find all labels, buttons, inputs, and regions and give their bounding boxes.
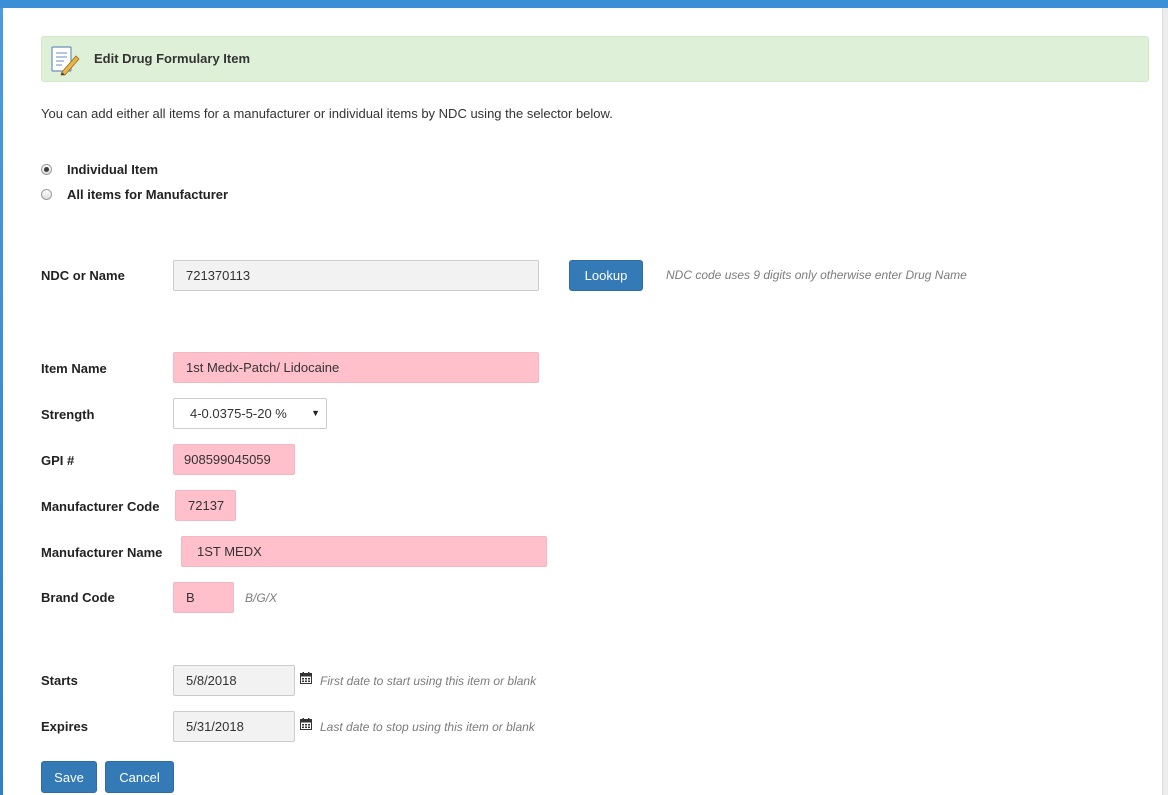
manufacturer-code-label: Manufacturer Code: [41, 499, 160, 514]
intro-text: You can add either all items for a manuf…: [41, 106, 613, 121]
item-name-label: Item Name: [41, 361, 107, 376]
starts-label: Starts: [41, 673, 78, 688]
window-top-bar: [0, 0, 1168, 8]
calendar-icon[interactable]: [300, 672, 312, 684]
radio-button-unchecked[interactable]: [41, 189, 52, 200]
save-button[interactable]: Save: [41, 761, 97, 793]
edit-document-icon: [51, 46, 80, 76]
left-edge-bar: [0, 8, 3, 795]
expires-label: Expires: [41, 719, 88, 734]
brand-code-input[interactable]: B: [173, 582, 234, 613]
gpi-label: GPI #: [41, 453, 75, 468]
cancel-button[interactable]: Cancel: [105, 761, 174, 793]
radio-all-items-manufacturer[interactable]: All items for Manufacturer: [41, 187, 228, 202]
radio-label: Individual Item: [67, 162, 159, 177]
ndc-hint: NDC code uses 9 digits only otherwise en…: [666, 268, 967, 282]
ndc-input[interactable]: 721370113: [173, 260, 539, 291]
strength-select[interactable]: 4-0.0375-5-20 % ▼: [173, 398, 327, 429]
item-name-input[interactable]: 1st Medx-Patch/ Lidocaine: [173, 352, 539, 383]
manufacturer-name-label: Manufacturer Name: [41, 545, 163, 560]
lookup-button[interactable]: Lookup: [569, 260, 643, 291]
gpi-input[interactable]: 908599045059: [173, 444, 295, 475]
brand-code-label: Brand Code: [41, 590, 115, 605]
radio-button-checked[interactable]: [41, 164, 52, 175]
expires-hint: Last date to stop using this item or bla…: [320, 720, 535, 734]
page-header-panel: Edit Drug Formulary Item: [41, 36, 1149, 82]
starts-date-input[interactable]: 5/8/2018: [173, 665, 295, 696]
brand-code-hint: B/G/X: [245, 591, 278, 605]
manufacturer-name-input[interactable]: 1ST MEDX: [181, 536, 547, 567]
starts-hint: First date to start using this item or b…: [320, 674, 537, 688]
strength-selected-value: 4-0.0375-5-20 %: [190, 406, 287, 421]
vertical-scrollbar[interactable]: [1162, 8, 1168, 795]
radio-individual-item[interactable]: Individual Item: [41, 162, 158, 177]
page-title: Edit Drug Formulary Item: [94, 51, 251, 66]
manufacturer-code-input[interactable]: 72137: [175, 490, 236, 521]
radio-label: All items for Manufacturer: [67, 187, 229, 202]
ndc-label: NDC or Name: [41, 268, 125, 283]
strength-label: Strength: [41, 407, 95, 422]
chevron-down-icon: ▼: [311, 408, 320, 418]
expires-date-input[interactable]: 5/31/2018: [173, 711, 295, 742]
calendar-icon[interactable]: [300, 718, 312, 730]
